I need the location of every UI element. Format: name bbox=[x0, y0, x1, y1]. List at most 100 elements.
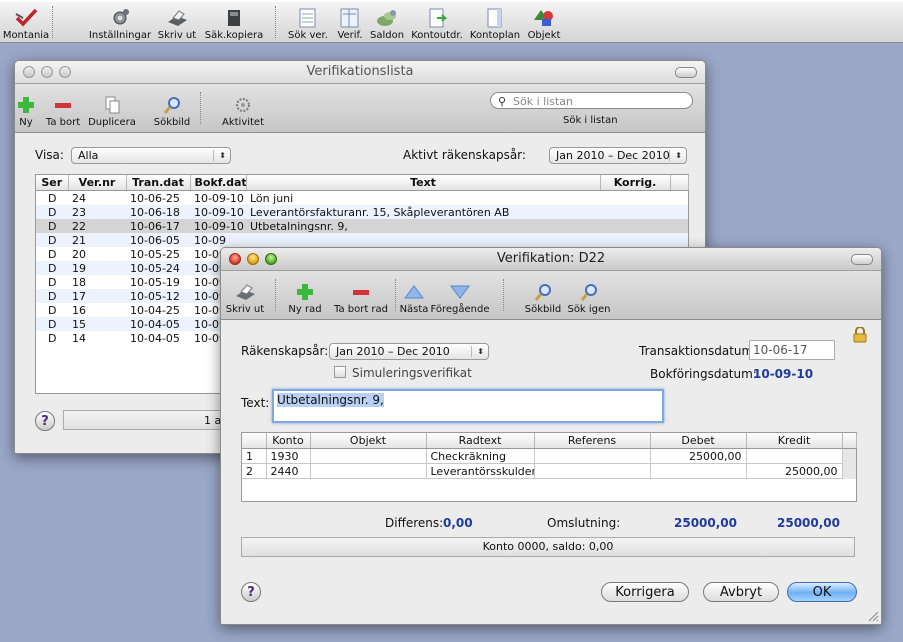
avbryt-button[interactable]: Avbryt bbox=[703, 582, 779, 602]
verif-button[interactable]: Verif. bbox=[334, 3, 366, 41]
col-ser[interactable]: Ser bbox=[36, 175, 69, 191]
table-row[interactable]: D 23 10-06-18 10-09-10 Leverantörsfakturanr.… bbox=[36, 205, 688, 219]
minimize-icon[interactable] bbox=[41, 66, 53, 78]
toolbar-toggle-icon[interactable] bbox=[851, 254, 873, 265]
row-spacer bbox=[670, 205, 688, 219]
row-objekt[interactable] bbox=[310, 463, 427, 479]
table-row[interactable]: 1 1930 Checkräkning 25000,00 bbox=[242, 448, 856, 464]
sok-igen-button[interactable]: Sök igen bbox=[565, 277, 613, 315]
duplicera-button[interactable]: Duplicera bbox=[87, 90, 137, 128]
transaktionsdatum-value: 10-06-17 bbox=[753, 343, 808, 357]
simulering-checkbox[interactable] bbox=[334, 366, 346, 378]
col-objekt[interactable]: Objekt bbox=[310, 433, 427, 449]
col-kredit[interactable]: Kredit bbox=[746, 433, 843, 449]
search-label: Sök i listan bbox=[563, 115, 618, 126]
row-bokfdat: 10-09-10 bbox=[194, 205, 244, 219]
zoom-icon[interactable] bbox=[265, 253, 277, 265]
sak-kopiera-button[interactable]: Säk.kopiera bbox=[204, 3, 264, 41]
skriv-ut-button[interactable]: Skriv ut bbox=[155, 3, 199, 41]
row-vernr: 14 bbox=[72, 331, 86, 345]
ny-button[interactable]: Ny bbox=[15, 90, 37, 128]
objekt-button[interactable]: Objekt bbox=[524, 3, 564, 41]
col-referens[interactable]: Referens bbox=[534, 433, 651, 449]
col-vernr[interactable]: Ver.nr bbox=[68, 175, 127, 191]
close-icon[interactable] bbox=[23, 66, 35, 78]
row-kredit[interactable] bbox=[746, 448, 843, 464]
row-konto[interactable]: 1930 bbox=[266, 448, 311, 464]
row-radtext[interactable]: Leverantörsskulder bbox=[426, 463, 535, 479]
ok-button[interactable]: OK bbox=[787, 582, 857, 602]
lock-icon[interactable] bbox=[853, 327, 867, 343]
col-text[interactable]: Text bbox=[246, 175, 601, 191]
balance-icon bbox=[377, 10, 396, 26]
printer-icon bbox=[168, 10, 187, 26]
sok-ver-button[interactable]: Sök ver. bbox=[284, 3, 332, 41]
foregaende-button[interactable]: Föregående bbox=[430, 277, 490, 315]
list-toolbar: Ny Ta bort Duplicera Sökbild Aktivitet ⚲… bbox=[15, 84, 705, 133]
kontoutdr-label: Kontoutdr. bbox=[411, 30, 463, 41]
col-bokfdat[interactable]: Bokf.dat bbox=[190, 175, 247, 191]
row-spacer bbox=[670, 219, 688, 233]
row-korrig bbox=[600, 191, 670, 206]
row-number[interactable]: 2 bbox=[242, 463, 267, 479]
row-spacer bbox=[670, 191, 688, 206]
table-row[interactable]: 2 2440 Leverantörsskulder 25000,00 bbox=[242, 463, 856, 479]
kontoplan-label: Kontoplan bbox=[469, 30, 521, 41]
row-radtext[interactable]: Checkräkning bbox=[426, 448, 535, 464]
toolbar-separator bbox=[275, 6, 277, 38]
row-ser: D bbox=[48, 331, 57, 345]
minimize-icon[interactable] bbox=[247, 253, 259, 265]
sokbild-button[interactable]: Sökbild bbox=[523, 277, 563, 315]
resize-grip-icon[interactable] bbox=[867, 610, 879, 622]
rakenskapsar-select[interactable]: Jan 2010 – Dec 2010 ⬍ bbox=[329, 343, 489, 360]
col-korrig[interactable]: Korrig. bbox=[600, 175, 671, 191]
transaktionsdatum-field[interactable]: 10-06-17 bbox=[749, 340, 835, 360]
row-vernr: 24 bbox=[72, 191, 86, 205]
row-debet[interactable] bbox=[650, 463, 747, 479]
skriv-ut-button[interactable]: Skriv ut bbox=[223, 277, 267, 315]
installningar-button[interactable]: Inställningar bbox=[88, 3, 152, 41]
table-row[interactable]: D 21 10-06-05 10-09 bbox=[36, 233, 688, 247]
row-konto[interactable]: 2440 bbox=[266, 463, 311, 479]
visa-select[interactable]: Alla ⬍ bbox=[71, 147, 231, 164]
search-input[interactable]: ⚲ Sök i listan bbox=[490, 92, 693, 109]
help-icon[interactable]: ? bbox=[241, 582, 261, 602]
row-debet[interactable]: 25000,00 bbox=[650, 448, 747, 464]
year-value: Jan 2010 – Dec 2010 bbox=[556, 149, 670, 162]
row-referens[interactable] bbox=[534, 448, 651, 464]
toolbar-toggle-icon[interactable] bbox=[675, 67, 697, 78]
row-number[interactable]: 1 bbox=[242, 448, 267, 464]
korrigera-button[interactable]: Korrigera bbox=[601, 582, 689, 602]
col-konto[interactable]: Konto bbox=[266, 433, 311, 449]
row-referens[interactable] bbox=[534, 463, 651, 479]
ny-rad-button[interactable]: Ny rad bbox=[283, 277, 327, 315]
saldon-button[interactable]: Saldon bbox=[368, 3, 406, 41]
row-trandat: 10-04-25 bbox=[130, 303, 180, 317]
plus-icon bbox=[297, 284, 313, 300]
text-input[interactable]: Utbetalningsnr. 9, bbox=[272, 389, 664, 423]
help-icon[interactable]: ? bbox=[35, 411, 55, 431]
ta-bort-rad-button[interactable]: Ta bort rad bbox=[331, 277, 391, 315]
differens-label: Differens: bbox=[385, 516, 444, 530]
ta-bort-button[interactable]: Ta bort bbox=[41, 90, 85, 128]
table-row[interactable]: D 24 10-06-25 10-09-10 Lön juni bbox=[36, 191, 688, 206]
updown-icon: ⬍ bbox=[213, 148, 226, 163]
sokbild-button[interactable]: Sökbild bbox=[150, 90, 194, 128]
foregaende-label: Föregående bbox=[430, 304, 490, 315]
col-debet[interactable]: Debet bbox=[650, 433, 747, 449]
plus-icon bbox=[18, 97, 34, 113]
row-kredit[interactable]: 25000,00 bbox=[746, 463, 843, 479]
table-row[interactable]: D 22 10-06-17 10-09-10 Utbetalningsnr. 9, bbox=[36, 219, 688, 233]
kontoutdr-button[interactable]: Kontoutdr. bbox=[408, 3, 466, 41]
col-trandat[interactable]: Tran.dat bbox=[126, 175, 191, 191]
row-text: Lön juni bbox=[250, 191, 294, 205]
year-select[interactable]: Jan 2010 – Dec 2010 ⬍ bbox=[549, 147, 687, 164]
aktivitet-button[interactable]: Aktivitet bbox=[222, 90, 264, 128]
zoom-icon[interactable] bbox=[59, 66, 71, 78]
kontoplan-button[interactable]: Kontoplan bbox=[468, 3, 522, 41]
nasta-button[interactable]: Nästa bbox=[399, 277, 429, 315]
col-radtext[interactable]: Radtext bbox=[426, 433, 535, 449]
montania-button[interactable]: Montania bbox=[3, 3, 49, 41]
row-objekt[interactable] bbox=[310, 448, 427, 464]
close-icon[interactable] bbox=[229, 253, 241, 265]
